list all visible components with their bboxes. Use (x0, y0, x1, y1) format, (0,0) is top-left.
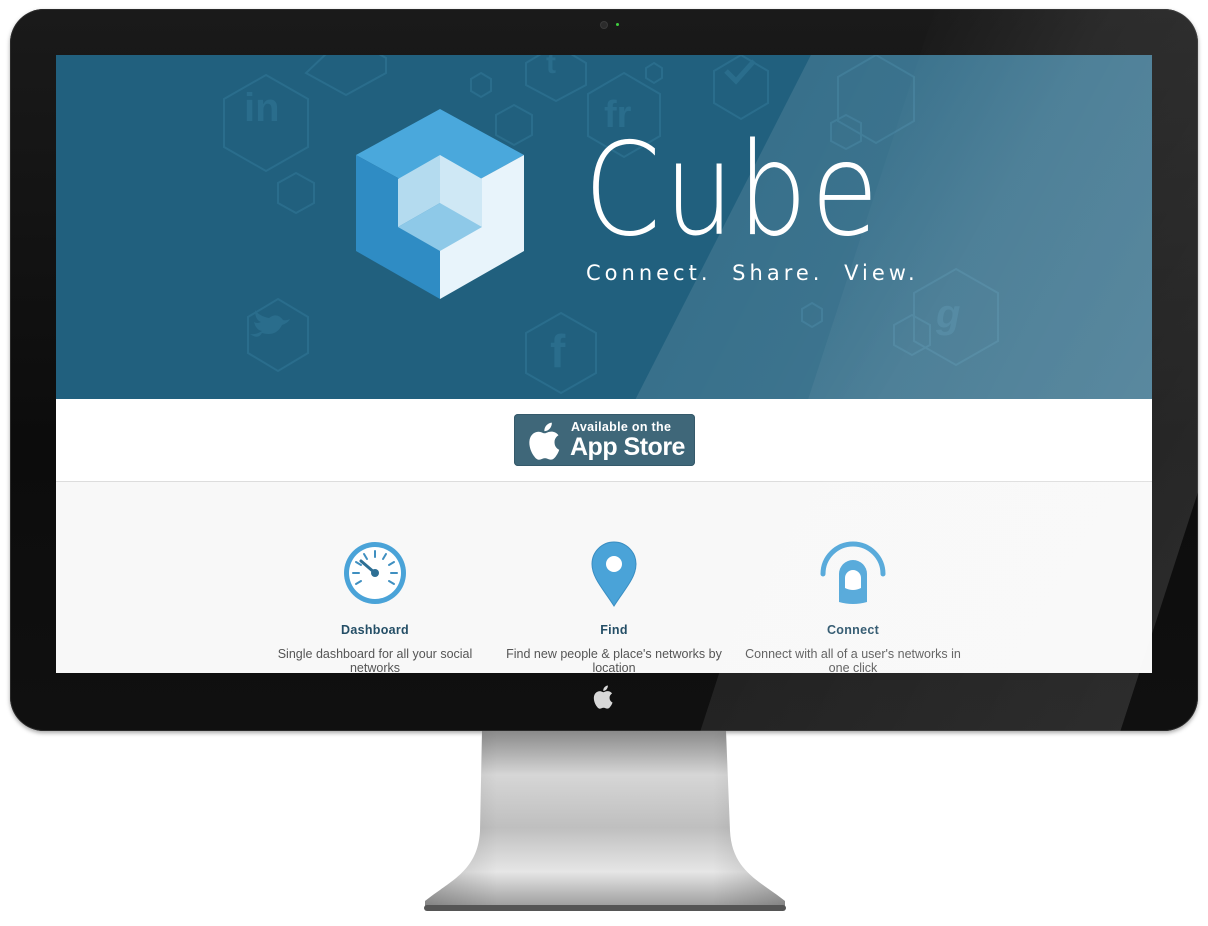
app-store-line2: App Store (570, 433, 685, 461)
app-store-section: Available on the App Store (56, 399, 1152, 482)
svg-text:f: f (550, 325, 566, 377)
location-pin-icon (591, 541, 637, 607)
apple-logo-icon (593, 685, 613, 709)
brand-title: Cube (584, 116, 882, 265)
dashboard-gauge-icon (344, 542, 406, 604)
svg-text:in: in (244, 86, 280, 130)
website-screen: in fr f g t (56, 55, 1152, 673)
feature-description: Connect with all of a user's networks in… (745, 647, 961, 673)
feature-title: Find (600, 623, 628, 637)
monitor-bezel: in fr f g t (10, 9, 1198, 731)
app-store-button[interactable]: Available on the App Store (514, 414, 695, 466)
hero-banner: in fr f g t (56, 55, 1152, 399)
apple-icon (529, 422, 560, 460)
monitor-stand (424, 731, 786, 911)
feature-title: Dashboard (341, 623, 409, 637)
feature-title: Connect (826, 623, 880, 637)
camera-led (616, 23, 619, 26)
brand-tagline: Connect. Share. View. (586, 261, 919, 285)
app-store-line1: Available on the (571, 420, 672, 434)
svg-text:t: t (546, 55, 556, 80)
camera-icon (601, 22, 607, 28)
features-section: Dashboard Single dashboard for all your … (56, 482, 1152, 673)
feature-description: Find new people & place's networks by lo… (506, 647, 722, 673)
connect-touch-icon (820, 541, 886, 604)
feature-description: Single dashboard for all your social net… (277, 647, 473, 673)
cube-logo-icon (356, 109, 524, 299)
